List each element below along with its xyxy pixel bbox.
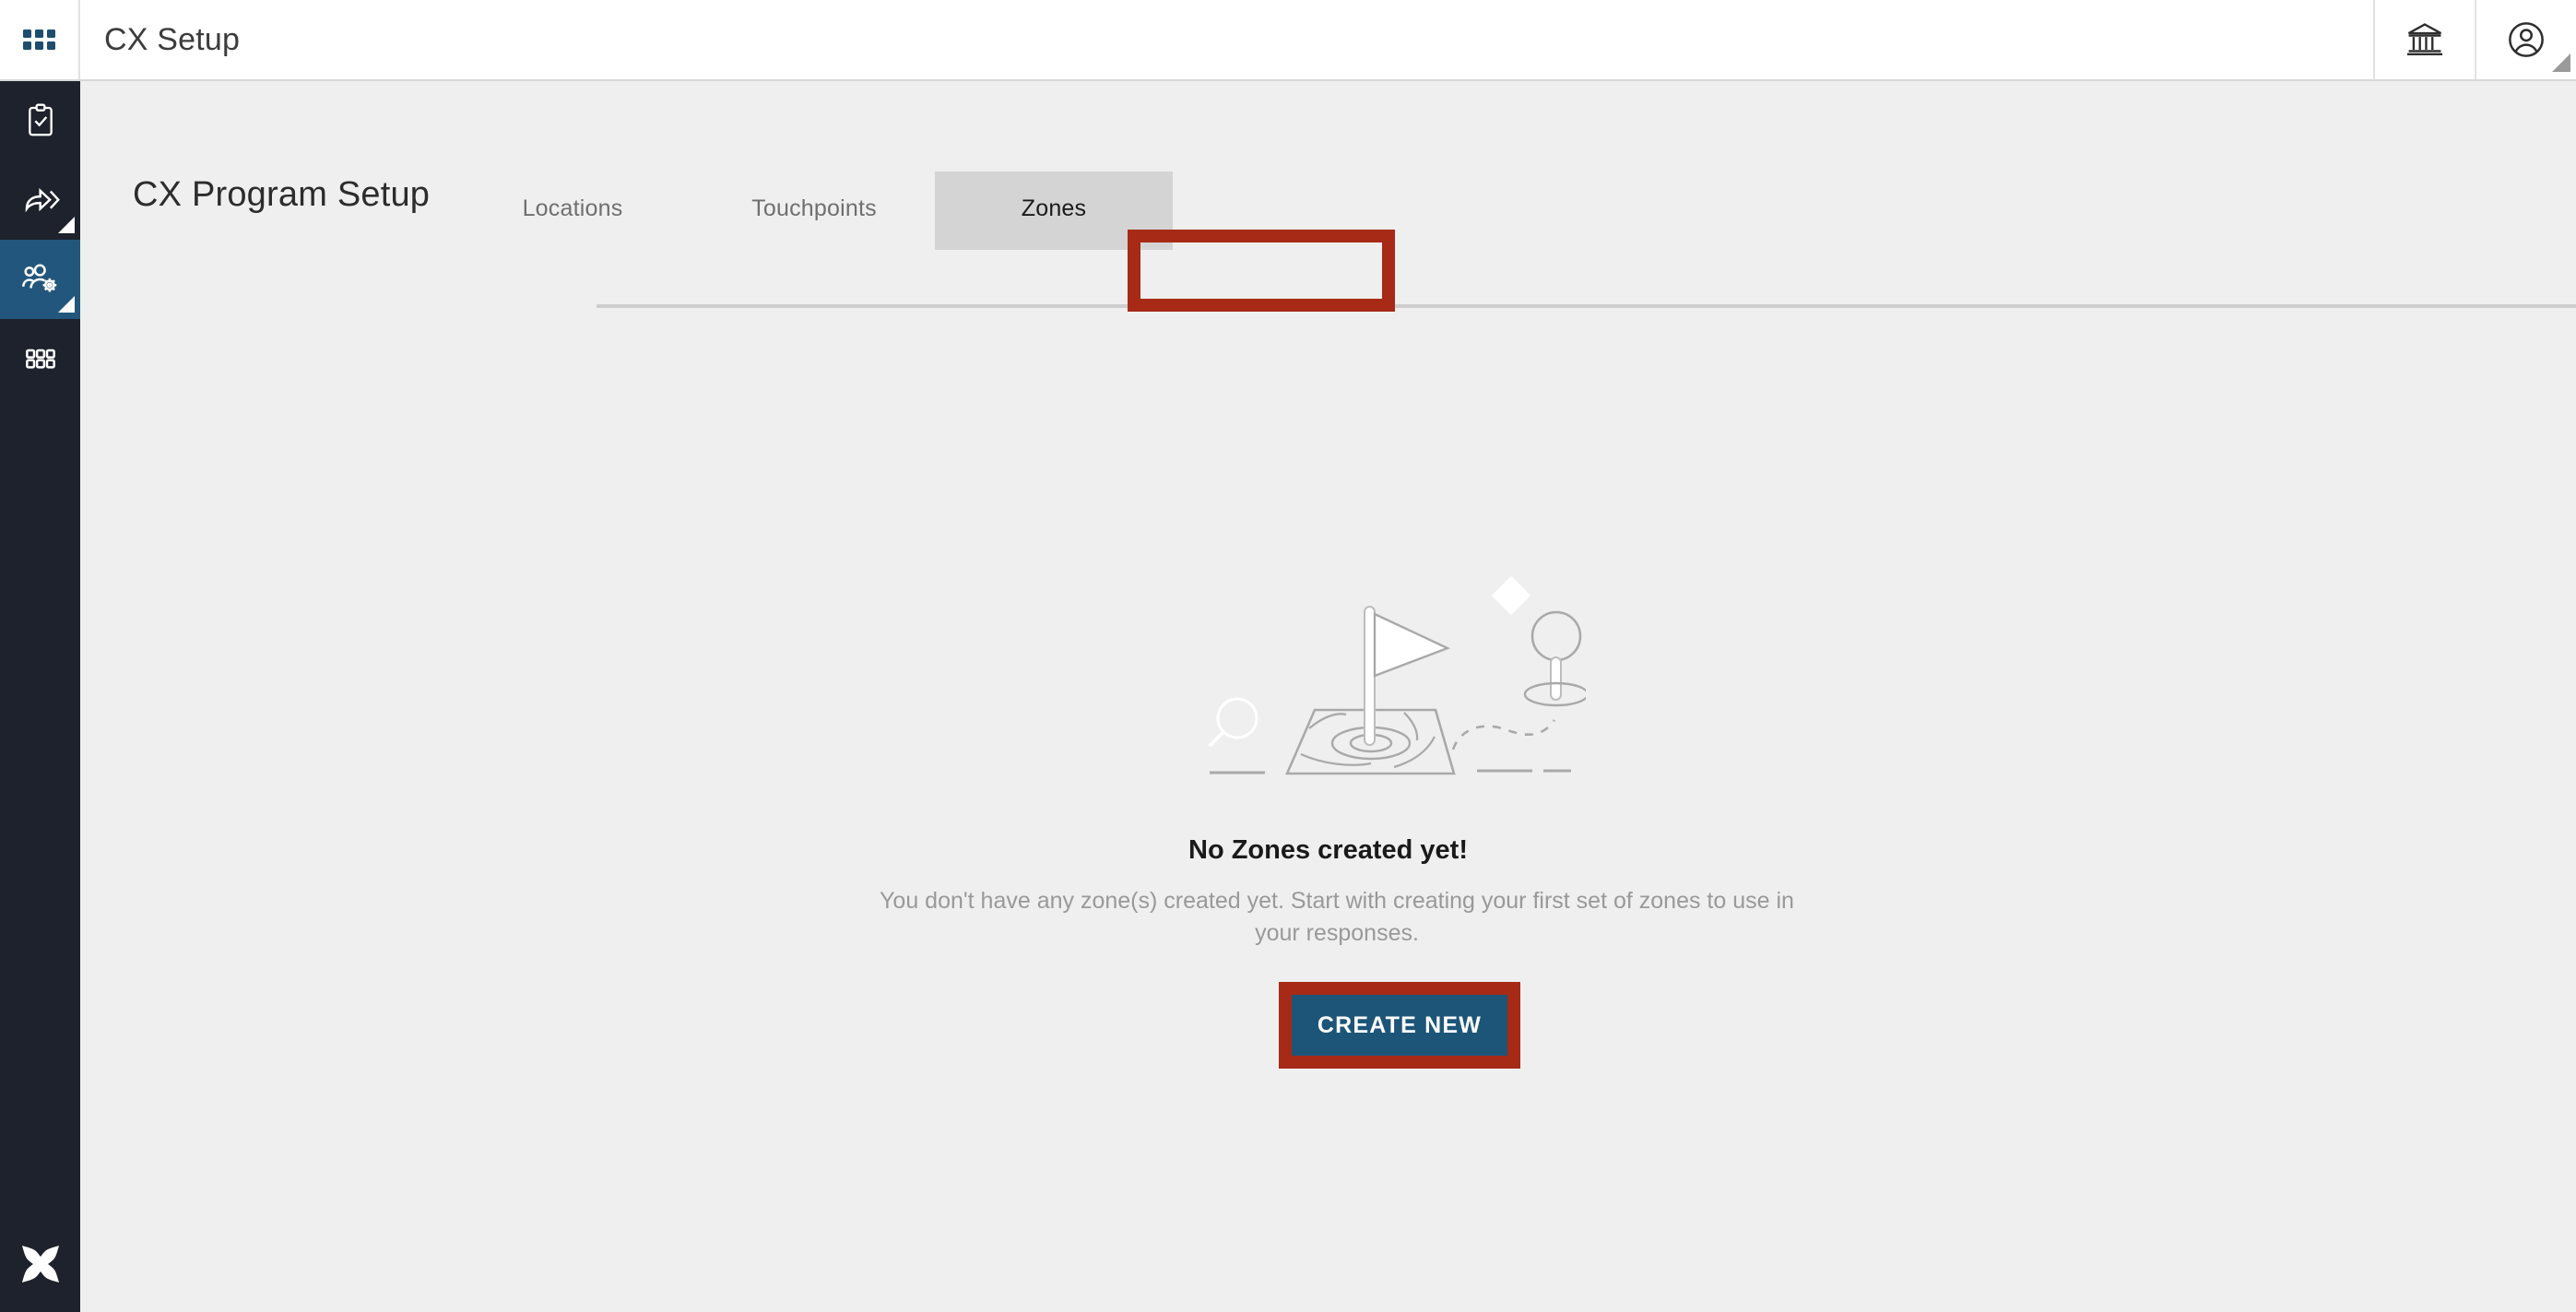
sidebar-item-distribution[interactable]	[0, 160, 80, 240]
create-new-button[interactable]: CREATE NEW	[1279, 982, 1520, 1069]
user-account-icon	[2509, 22, 2544, 57]
bank-institution-icon	[2406, 23, 2443, 55]
grid-apps-icon	[23, 30, 55, 50]
clipboard-check-icon	[28, 103, 53, 136]
app-launcher-button[interactable]	[0, 0, 80, 79]
top-header-bar: CX Setup	[0, 0, 2576, 81]
share-forward-icon	[25, 188, 60, 213]
four-petal-star-logo	[21, 1246, 59, 1282]
empty-state: No Zones created yet! You don't have any…	[80, 81, 2576, 1312]
sidebar-item-dashboards[interactable]	[0, 319, 80, 398]
app-title: CX Setup	[104, 21, 241, 57]
map-flag-pin-illustration	[1180, 574, 1589, 800]
institution-button[interactable]	[2373, 0, 2475, 79]
left-sidebar	[0, 81, 80, 1312]
empty-state-title: No Zones created yet!	[1188, 835, 1468, 865]
people-gear-icon	[21, 264, 56, 292]
sidebar-item-cx-setup[interactable]	[0, 240, 80, 319]
sidebar-item-surveys[interactable]	[0, 81, 80, 160]
empty-state-subtitle: You don't have any zone(s) created yet. …	[880, 888, 1794, 946]
brand-logo[interactable]	[0, 1242, 80, 1286]
app-root: CX Setup CX Program Setup Locations Touc…	[0, 0, 2576, 1312]
sidebar-corner-indicator-icon	[58, 217, 75, 233]
account-corner-indicator-icon	[2552, 53, 2570, 72]
main-content: CX Program Setup Locations Touchpoints Z…	[80, 81, 2576, 1312]
sidebar-corner-indicator-icon	[58, 296, 75, 313]
grid-squares-icon	[25, 349, 55, 369]
account-button[interactable]	[2475, 0, 2576, 79]
